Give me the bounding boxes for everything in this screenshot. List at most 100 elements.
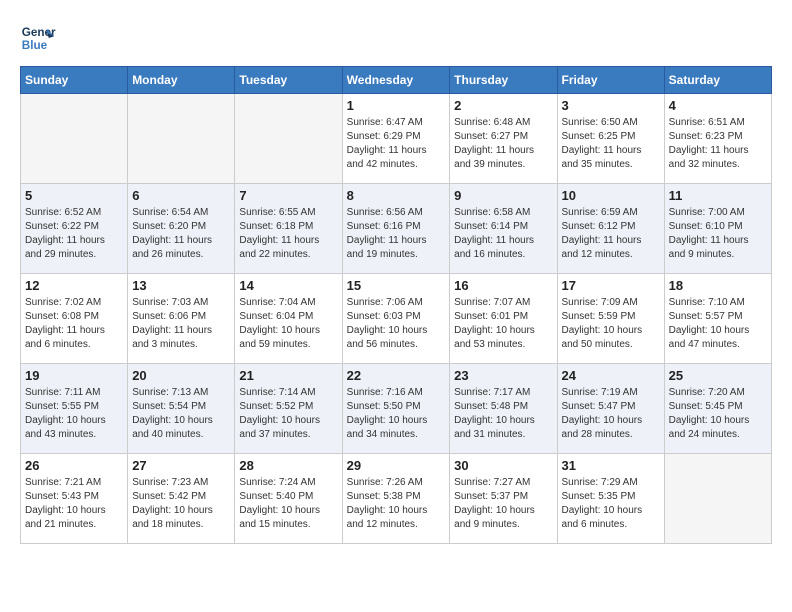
calendar-day-cell: 15Sunrise: 7:06 AM Sunset: 6:03 PM Dayli… <box>342 274 450 364</box>
calendar-day-cell: 13Sunrise: 7:03 AM Sunset: 6:06 PM Dayli… <box>128 274 235 364</box>
day-number: 23 <box>454 368 552 383</box>
calendar-day-cell: 11 Sunrise: 7:00 AM Sunset: 6:10 PM Dayli… <box>664 184 771 274</box>
day-info: Sunrise: 7:29 AM Sunset: 5:35 PM Dayligh… <box>562 476 660 532</box>
calendar-day-cell: 30Sunrise: 7:27 AM Sunset: 5:37 PM Dayli… <box>450 454 557 544</box>
calendar-table: SundayMondayTuesdayWednesdayThursdayFrid… <box>20 66 772 544</box>
day-info: Sunrise: 6:51 AM Sunset: 6:23 PM Dayligh… <box>669 116 767 172</box>
calendar-day-cell: 21 Sunrise: 7:14 AM Sunset: 5:52 PM Dayli… <box>235 364 342 454</box>
calendar-day-cell <box>664 454 771 544</box>
day-info: Sunrise: 7:04 AM Sunset: 6:04 PM Dayligh… <box>239 296 337 352</box>
calendar-week-row: 26 Sunrise: 7:21 AM Sunset: 5:43 PM Dayli… <box>21 454 772 544</box>
day-number: 30 <box>454 458 552 473</box>
day-info: Sunrise: 7:00 AM Sunset: 6:10 PM Dayligh… <box>669 206 767 262</box>
day-number: 24 <box>562 368 660 383</box>
day-number: 15 <box>347 278 446 293</box>
weekday-header: Wednesday <box>342 67 450 94</box>
day-number: 12 <box>25 278 123 293</box>
calendar-day-cell: 18 Sunrise: 7:10 AM Sunset: 5:57 PM Dayli… <box>664 274 771 364</box>
calendar-day-cell: 23 Sunrise: 7:17 AM Sunset: 5:48 PM Dayli… <box>450 364 557 454</box>
day-number: 3 <box>562 98 660 113</box>
svg-text:Blue: Blue <box>22 39 48 52</box>
day-number: 25 <box>669 368 767 383</box>
day-number: 2 <box>454 98 552 113</box>
day-number: 8 <box>347 188 446 203</box>
calendar-day-cell: 8 Sunrise: 6:56 AM Sunset: 6:16 PM Daylig… <box>342 184 450 274</box>
day-info: Sunrise: 7:09 AM Sunset: 5:59 PM Dayligh… <box>562 296 660 352</box>
calendar-day-cell: 25Sunrise: 7:20 AM Sunset: 5:45 PM Dayli… <box>664 364 771 454</box>
logo: General Blue <box>20 20 56 56</box>
header: General Blue <box>20 20 772 56</box>
day-info: Sunrise: 6:52 AM Sunset: 6:22 PM Dayligh… <box>25 206 123 262</box>
calendar-day-cell <box>21 94 128 184</box>
calendar-day-cell: 7Sunrise: 6:55 AM Sunset: 6:18 PM Daylig… <box>235 184 342 274</box>
day-number: 19 <box>25 368 123 383</box>
day-number: 27 <box>132 458 230 473</box>
day-info: Sunrise: 7:24 AM Sunset: 5:40 PM Dayligh… <box>239 476 337 532</box>
day-number: 28 <box>239 458 337 473</box>
calendar-week-row: 12 Sunrise: 7:02 AM Sunset: 6:08 PM Dayli… <box>21 274 772 364</box>
calendar-week-row: 19 Sunrise: 7:11 AM Sunset: 5:55 PM Dayli… <box>21 364 772 454</box>
day-number: 29 <box>347 458 446 473</box>
day-number: 31 <box>562 458 660 473</box>
day-info: Sunrise: 7:17 AM Sunset: 5:48 PM Dayligh… <box>454 386 552 442</box>
day-number: 11 <box>669 188 767 203</box>
weekday-header: Monday <box>128 67 235 94</box>
calendar-day-cell: 3 Sunrise: 6:50 AM Sunset: 6:25 PM Daylig… <box>557 94 664 184</box>
calendar-day-cell: 29 Sunrise: 7:26 AM Sunset: 5:38 PM Dayli… <box>342 454 450 544</box>
day-number: 9 <box>454 188 552 203</box>
calendar-day-cell: 16 Sunrise: 7:07 AM Sunset: 6:01 PM Dayli… <box>450 274 557 364</box>
day-number: 13 <box>132 278 230 293</box>
calendar-day-cell: 31 Sunrise: 7:29 AM Sunset: 5:35 PM Dayli… <box>557 454 664 544</box>
day-number: 14 <box>239 278 337 293</box>
logo-icon: General Blue <box>20 20 56 56</box>
weekday-header: Thursday <box>450 67 557 94</box>
day-info: Sunrise: 7:26 AM Sunset: 5:38 PM Dayligh… <box>347 476 446 532</box>
day-number: 16 <box>454 278 552 293</box>
weekday-header: Sunday <box>21 67 128 94</box>
day-number: 4 <box>669 98 767 113</box>
weekday-header: Tuesday <box>235 67 342 94</box>
day-info: Sunrise: 6:54 AM Sunset: 6:20 PM Dayligh… <box>132 206 230 262</box>
day-info: Sunrise: 7:14 AM Sunset: 5:52 PM Dayligh… <box>239 386 337 442</box>
day-info: Sunrise: 6:56 AM Sunset: 6:16 PM Dayligh… <box>347 206 446 262</box>
day-info: Sunrise: 6:47 AM Sunset: 6:29 PM Dayligh… <box>347 116 446 172</box>
day-info: Sunrise: 6:50 AM Sunset: 6:25 PM Dayligh… <box>562 116 660 172</box>
day-number: 18 <box>669 278 767 293</box>
day-number: 7 <box>239 188 337 203</box>
day-info: Sunrise: 7:21 AM Sunset: 5:43 PM Dayligh… <box>25 476 123 532</box>
calendar-day-cell <box>235 94 342 184</box>
calendar-day-cell: 28 Sunrise: 7:24 AM Sunset: 5:40 PM Dayli… <box>235 454 342 544</box>
day-info: Sunrise: 7:07 AM Sunset: 6:01 PM Dayligh… <box>454 296 552 352</box>
calendar-day-cell: 10Sunrise: 6:59 AM Sunset: 6:12 PM Dayli… <box>557 184 664 274</box>
day-info: Sunrise: 7:02 AM Sunset: 6:08 PM Dayligh… <box>25 296 123 352</box>
calendar-day-cell: 26 Sunrise: 7:21 AM Sunset: 5:43 PM Dayli… <box>21 454 128 544</box>
day-number: 6 <box>132 188 230 203</box>
calendar-day-cell: 27 Sunrise: 7:23 AM Sunset: 5:42 PM Dayli… <box>128 454 235 544</box>
calendar-day-cell: 19 Sunrise: 7:11 AM Sunset: 5:55 PM Dayli… <box>21 364 128 454</box>
day-info: Sunrise: 6:58 AM Sunset: 6:14 PM Dayligh… <box>454 206 552 262</box>
day-number: 5 <box>25 188 123 203</box>
calendar-day-cell: 20Sunrise: 7:13 AM Sunset: 5:54 PM Dayli… <box>128 364 235 454</box>
calendar-day-cell: 22 Sunrise: 7:16 AM Sunset: 5:50 PM Dayli… <box>342 364 450 454</box>
day-number: 1 <box>347 98 446 113</box>
day-info: Sunrise: 7:16 AM Sunset: 5:50 PM Dayligh… <box>347 386 446 442</box>
day-info: Sunrise: 7:10 AM Sunset: 5:57 PM Dayligh… <box>669 296 767 352</box>
calendar-header-row: SundayMondayTuesdayWednesdayThursdayFrid… <box>21 67 772 94</box>
day-info: Sunrise: 7:13 AM Sunset: 5:54 PM Dayligh… <box>132 386 230 442</box>
day-info: Sunrise: 7:23 AM Sunset: 5:42 PM Dayligh… <box>132 476 230 532</box>
day-number: 17 <box>562 278 660 293</box>
day-number: 22 <box>347 368 446 383</box>
day-number: 26 <box>25 458 123 473</box>
weekday-header: Friday <box>557 67 664 94</box>
day-info: Sunrise: 6:48 AM Sunset: 6:27 PM Dayligh… <box>454 116 552 172</box>
day-info: Sunrise: 7:11 AM Sunset: 5:55 PM Dayligh… <box>25 386 123 442</box>
weekday-header: Saturday <box>664 67 771 94</box>
calendar-day-cell <box>128 94 235 184</box>
calendar-day-cell: 24Sunrise: 7:19 AM Sunset: 5:47 PM Dayli… <box>557 364 664 454</box>
calendar-day-cell: 12 Sunrise: 7:02 AM Sunset: 6:08 PM Dayli… <box>21 274 128 364</box>
day-number: 10 <box>562 188 660 203</box>
day-number: 21 <box>239 368 337 383</box>
calendar-week-row: 1 Sunrise: 6:47 AM Sunset: 6:29 PM Daylig… <box>21 94 772 184</box>
calendar-day-cell: 2 Sunrise: 6:48 AM Sunset: 6:27 PM Daylig… <box>450 94 557 184</box>
calendar-day-cell: 1 Sunrise: 6:47 AM Sunset: 6:29 PM Daylig… <box>342 94 450 184</box>
